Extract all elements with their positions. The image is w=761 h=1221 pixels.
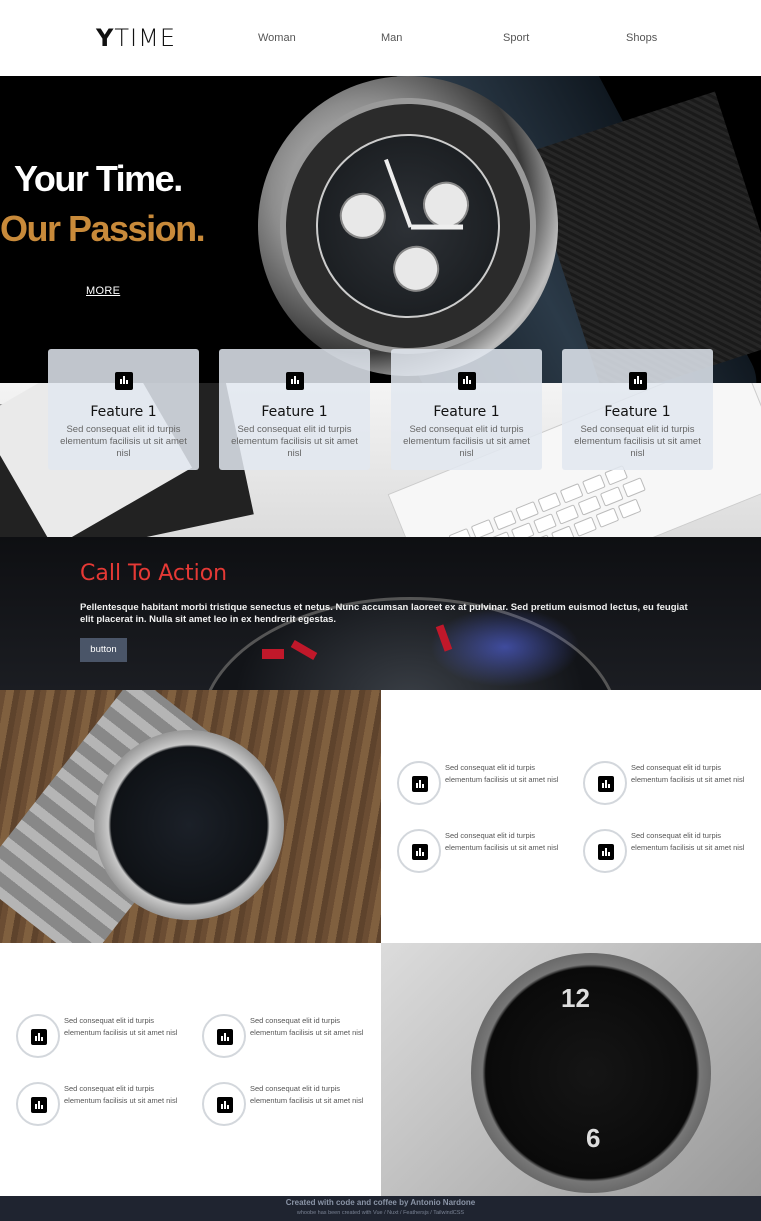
wood-watch-photo [0,690,381,943]
feature-item-text: Sed consequat elit id turpis elementum f… [250,1084,364,1105]
bw-watch-photo: 12 6 [381,943,761,1196]
bar-chart-icon [458,372,476,390]
bar-chart-icon [629,372,647,390]
hero-headline-line2: Our Passion. [0,208,206,249]
feature-card-text: Sed consequat elit id turpis elementum f… [231,424,358,459]
brand-logo[interactable]: YTIME [96,24,176,52]
feature-item-text: Sed consequat elit id turpis elementum f… [445,763,559,784]
bar-chart-icon [217,1029,233,1045]
cta-button[interactable]: button [80,638,127,662]
bar-chart-icon [115,372,133,390]
bar-chart-icon [598,844,614,860]
hero-more-link[interactable]: MORE [86,285,120,297]
call-to-action-section: Call To Action Pellentesque habitant mor… [0,537,761,690]
feature-item-text: Sed consequat elit id turpis elementum f… [631,763,745,784]
top-navbar: YTIME Woman Man Sport Shops [0,0,761,76]
feature-card: Feature 1 Sed consequat elit id turpis e… [48,349,199,470]
feature-item-text: Sed consequat elit id turpis elementum f… [64,1016,178,1037]
nav-link-woman[interactable]: Woman [258,32,296,44]
feature-card: Feature 1 Sed consequat elit id turpis e… [562,349,713,470]
cta-title: Call To Action [80,561,228,586]
feature-card-text: Sed consequat elit id turpis elementum f… [574,424,701,459]
bar-chart-icon [412,844,428,860]
bar-chart-icon [286,372,304,390]
feature-card-title: Feature 1 [433,404,500,420]
bar-chart-icon [412,776,428,792]
footer-credit: Created with code and coffee by Antonio … [285,1198,476,1207]
footer-tech-note: whoobe has been created with Vue / Nuxt … [296,1210,465,1216]
nav-link-man[interactable]: Man [381,32,402,44]
feature-card-title: Feature 1 [90,404,157,420]
bar-chart-icon [31,1029,47,1045]
feature-card-title: Feature 1 [604,404,671,420]
bar-chart-icon [31,1097,47,1113]
nav-link-sport[interactable]: Sport [503,32,529,44]
feature-card: Feature 1 Sed consequat elit id turpis e… [391,349,542,470]
site-footer: Created with code and coffee by Antonio … [0,1196,761,1221]
feature-item-text: Sed consequat elit id turpis elementum f… [631,831,745,852]
cta-body: Pellentesque habitant morbi tristique se… [80,602,688,625]
feature-item-text: Sed consequat elit id turpis elementum f… [445,831,559,852]
feature-card: Feature 1 Sed consequat elit id turpis e… [219,349,370,470]
feature-item-text: Sed consequat elit id turpis elementum f… [64,1084,178,1105]
feature-item-text: Sed consequat elit id turpis elementum f… [250,1016,364,1037]
feature-card-title: Feature 1 [261,404,328,420]
bar-chart-icon [598,776,614,792]
nav-link-shops[interactable]: Shops [626,32,657,44]
feature-card-text: Sed consequat elit id turpis elementum f… [403,424,530,459]
bar-chart-icon [217,1097,233,1113]
hero-banner: Your Time. Our Passion. MORE [0,76,761,383]
hero-headline-line1: Your Time. [14,158,183,199]
feature-card-text: Sed consequat elit id turpis elementum f… [60,424,187,459]
